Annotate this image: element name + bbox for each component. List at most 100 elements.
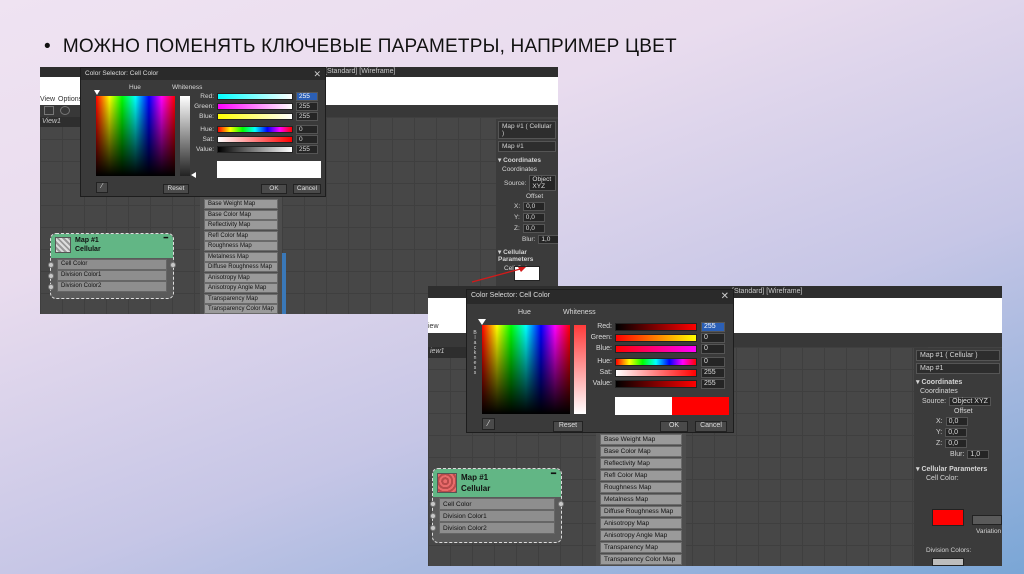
map-slot[interactable]: Transparency Color Map [204,304,278,314]
close-icon[interactable]: ✕ [313,69,321,80]
node-header[interactable]: Map #1 Cellular ━ [51,234,173,258]
panel-map-name[interactable]: Map #1 [498,141,556,152]
offset-z-spinner[interactable]: 0,0 [522,224,545,233]
map-slot[interactable]: Reflectivity Map [204,220,278,230]
coordinates-section[interactable]: ▾ Coordinates [916,378,1000,386]
map-slot[interactable]: Base Weight Map [600,434,682,445]
blue-value[interactable]: 0 [701,344,725,354]
menu-options[interactable]: Options [58,96,82,103]
cell-color-map-slot[interactable] [972,515,1002,525]
cell-color-swatch[interactable] [932,509,964,526]
offset-z-spinner[interactable]: 0,0 [945,439,968,448]
reset-button[interactable]: Reset [553,421,583,432]
coordinates-section[interactable]: ▾ Coordinates [498,156,556,164]
node-row-division-color1[interactable]: Division Color1 [57,270,167,281]
cancel-button[interactable]: Cancel [695,421,727,432]
map-slot[interactable]: Roughness Map [600,482,682,493]
map-slot[interactable]: Metalness Map [600,494,682,505]
red-slider[interactable] [615,323,697,331]
node-row-division-color1[interactable]: Division Color1 [439,510,555,522]
hue-value[interactable]: 0 [701,357,725,367]
map-slot[interactable]: Transparency Map [600,542,682,553]
blur-spinner[interactable]: 1,0 [538,235,558,244]
cellular-section[interactable]: ▾ Cellular Parameters [498,248,556,263]
map-slot[interactable]: Refl Color Map [204,230,278,241]
hue-value[interactable]: 0 [296,125,318,134]
map-slot[interactable]: Base Color Map [600,446,682,457]
node-collapse-icon[interactable]: ━ [551,469,556,478]
output-socket-icon[interactable] [170,262,176,268]
map-slot[interactable]: Anisotropy Angle Map [204,283,278,293]
map-slot[interactable]: Reflectivity Map [600,458,682,469]
input-socket-icon[interactable] [430,501,436,507]
red-slider[interactable] [217,93,293,100]
node-row-cell-color[interactable]: Cell Color [57,259,167,270]
map-slot[interactable]: Transparency Color Map [600,554,682,565]
map-slot[interactable]: Anisotropy Map [600,518,682,529]
offset-y-spinner[interactable]: 0,0 [945,428,968,437]
map-slot[interactable]: Refl Color Map [600,470,682,481]
map-list-scrollbar[interactable] [282,253,286,314]
eyedropper-button[interactable]: ⁄ [482,418,495,430]
offset-x-spinner[interactable]: 0,0 [523,202,546,211]
offset-y-spinner[interactable]: 0,0 [522,213,545,222]
map-slot[interactable]: Base Color Map [204,209,278,220]
close-icon[interactable]: ✕ [721,291,729,302]
blue-slider[interactable] [615,345,697,353]
input-socket-icon[interactable] [430,513,436,519]
map-slot[interactable]: Roughness Map [204,241,278,251]
panel-map-name[interactable]: Map #1 [916,363,1000,374]
hue-slider[interactable] [217,126,293,133]
whiteness-strip[interactable] [180,96,190,176]
cellular-node[interactable]: Map #1 Cellular ━ Cell Color Division Co… [48,233,176,299]
eyedropper-button[interactable]: ⁄ [96,182,108,193]
ok-button[interactable]: OK [261,184,287,194]
node-row-division-color2[interactable]: Division Color2 [57,281,167,292]
sat-slider[interactable] [615,369,697,377]
cellular-section[interactable]: ▾ Cellular Parameters [916,465,1000,473]
reset-button[interactable]: Reset [163,184,189,194]
toolbar-select-icon[interactable] [44,106,54,115]
menu-view[interactable]: View [40,96,55,103]
value-slider[interactable] [615,380,697,388]
division-color-swatch[interactable] [932,558,964,566]
node-collapse-icon[interactable]: ━ [164,234,168,242]
map-slot[interactable]: Metalness Map [204,251,278,262]
menu-view[interactable]: iew [428,323,439,330]
map-slot[interactable]: Anisotropy Angle Map [600,530,682,541]
map-slot[interactable]: Base Weight Map [204,199,278,209]
input-socket-icon[interactable] [48,284,54,290]
node-row-division-color2[interactable]: Division Color2 [439,522,555,534]
hue-slider[interactable] [615,358,697,366]
value-slider[interactable] [217,146,293,153]
output-socket-icon[interactable] [558,501,564,507]
sat-slider[interactable] [217,136,293,143]
source-dropdown[interactable]: Object XYZ [949,397,991,406]
green-value[interactable]: 0 [701,333,725,343]
green-value[interactable]: 255 [296,102,318,111]
toolbar-target-icon[interactable] [60,106,70,115]
map-slot[interactable]: Anisotropy Map [204,272,278,283]
input-socket-icon[interactable] [48,262,54,268]
cancel-button[interactable]: Cancel [293,184,321,194]
blue-value[interactable]: 255 [296,112,318,121]
hue-marker-icon[interactable] [94,90,100,95]
offset-x-spinner[interactable]: 0,0 [945,417,968,426]
sat-value[interactable]: 255 [701,368,725,378]
input-socket-icon[interactable] [48,273,54,279]
view1-tab[interactable]: View1 [40,117,80,127]
hue-blackness-picker[interactable] [482,325,570,414]
value-value[interactable]: 255 [296,145,318,154]
cellular-node[interactable]: Map #1 Cellular ━ Cell Color Division Co… [430,468,564,543]
map-slot[interactable]: Diffuse Roughness Map [204,262,278,272]
green-slider[interactable] [217,103,293,110]
sat-value[interactable]: 0 [296,135,318,144]
source-dropdown[interactable]: Object XYZ [529,175,556,191]
green-slider[interactable] [615,334,697,342]
blue-slider[interactable] [217,113,293,120]
hue-blackness-picker[interactable] [96,96,175,176]
whiteness-marker-icon[interactable] [191,172,196,178]
ok-button[interactable]: OK [660,421,688,432]
input-socket-icon[interactable] [430,525,436,531]
node-header[interactable]: Map #1 Cellular ━ [433,469,561,497]
